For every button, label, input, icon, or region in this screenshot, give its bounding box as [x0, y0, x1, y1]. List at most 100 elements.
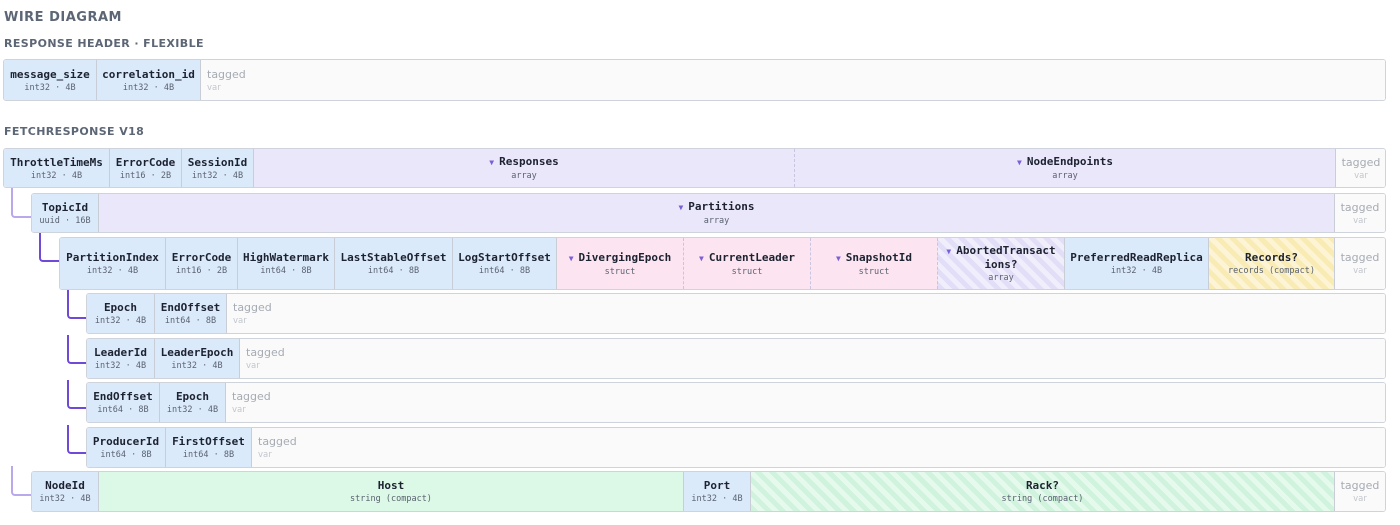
field-name-text: AbortedTransactions?: [956, 244, 1056, 271]
field-type: string (compact): [350, 494, 432, 504]
field-name: message_size: [10, 67, 90, 81]
field-name: Host: [377, 479, 405, 492]
triangle-down-icon: ▼: [699, 253, 704, 263]
field-type: int64 · 8B: [97, 405, 149, 415]
field-type: int64 · 8B: [367, 266, 420, 276]
tagged-label: tagged: [233, 301, 272, 314]
field-responses[interactable]: ▼ Responses array: [253, 149, 794, 187]
field-name: correlation_id: [102, 67, 195, 81]
field-name: ErrorCode: [115, 155, 176, 169]
field-records: Records? records (compact): [1208, 238, 1334, 289]
field-name-text: NodeEndpoints: [1026, 155, 1113, 168]
triangle-down-icon: ▼: [1017, 158, 1022, 167]
field-port: Port int32 · 4B: [683, 472, 750, 511]
tagged-fields: tagged var: [200, 60, 1385, 100]
field-type: int32 · 4B: [94, 361, 147, 371]
field-type: uuid · 16B: [39, 215, 91, 226]
field-name: ▼ Responses: [489, 155, 558, 169]
tagged-fields: tagged var: [225, 383, 1385, 422]
field-name: ProducerId: [92, 435, 160, 448]
tagged-type: var: [258, 450, 272, 460]
field-type: int64 · 8B: [478, 266, 531, 276]
partitions-row: PartitionIndex int32 · 4B ErrorCode int1…: [59, 237, 1386, 290]
field-current-leader[interactable]: ▼ CurrentLeader struct: [683, 238, 810, 289]
diverging-epoch-row: Epoch int32 · 4B EndOffset int64 · 8B ta…: [86, 293, 1386, 334]
field-name: EndOffset: [93, 390, 153, 403]
field-type: struct: [604, 266, 636, 277]
snapshot-id-row: EndOffset int64 · 8B Epoch int32 · 4B ta…: [86, 382, 1386, 423]
field-name-text: DivergingEpoch: [578, 250, 672, 264]
field-name: Records?: [1245, 251, 1298, 264]
tagged-fields: tagged var: [1334, 472, 1385, 511]
triangle-down-icon: ▼: [568, 253, 574, 263]
field-leader-id: LeaderId int32 · 4B: [87, 339, 154, 378]
connector-partitions: [39, 233, 59, 262]
tagged-type: var: [1353, 215, 1367, 226]
field-partitions[interactable]: ▼ Partitions array: [98, 194, 1334, 232]
field-log-start-offset: LogStartOffset int64 · 8B: [452, 238, 556, 289]
tagged-fields: tagged var: [251, 428, 1385, 467]
field-name: ▼ AbortedTransactions?: [944, 244, 1058, 271]
response-header-title: RESPONSE HEADER · FLEXIBLE: [4, 37, 204, 50]
field-aborted-transactions[interactable]: ▼ AbortedTransactions? array: [937, 238, 1064, 289]
field-type: array: [988, 273, 1014, 283]
field-node-id: NodeId int32 · 4B: [32, 472, 98, 511]
tagged-label: tagged: [232, 390, 271, 403]
node-endpoints-row: NodeId int32 · 4B Host string (compact) …: [31, 471, 1386, 512]
field-error-code: ErrorCode int16 · 2B: [109, 149, 181, 187]
field-diverging-epoch[interactable]: ▼ DivergingEpoch struct: [556, 238, 683, 289]
triangle-down-icon: ▼: [946, 247, 952, 256]
triangle-down-icon: ▼: [489, 158, 495, 167]
field-type: int32 · 4B: [30, 170, 83, 181]
tagged-label: tagged: [207, 67, 246, 81]
field-type: int64 · 8B: [260, 266, 312, 276]
field-type: array: [511, 171, 537, 181]
field-node-endpoints[interactable]: ▼ NodeEndpoints array: [794, 149, 1335, 187]
field-name: NodeId: [45, 479, 85, 492]
field-type: int32 · 4B: [94, 316, 147, 326]
field-name: ThrottleTimeMs: [10, 155, 103, 169]
tagged-label: tagged: [258, 435, 297, 448]
field-name: Epoch: [103, 301, 138, 314]
field-preferred-read-replica: PreferredReadReplica int32 · 4B: [1064, 238, 1208, 289]
field-name: EndOffset: [160, 301, 221, 314]
page-title: WIRE DIAGRAM: [4, 10, 122, 25]
field-last-stable-offset: LastStableOffset int64 · 8B: [334, 238, 452, 289]
tagged-label: tagged: [1340, 479, 1380, 492]
tagged-label: tagged: [1340, 200, 1380, 214]
field-type: int16 · 2B: [175, 266, 228, 276]
fetch-response-row: ThrottleTimeMs int32 · 4B ErrorCode int1…: [3, 148, 1386, 188]
field-name: ErrorCode: [171, 251, 232, 264]
field-session-id: SessionId int32 · 4B: [181, 149, 253, 187]
tagged-fields: tagged var: [239, 339, 1385, 378]
tagged-fields: tagged var: [1334, 238, 1385, 289]
connector-responses: [11, 188, 31, 218]
field-type: int32 · 4B: [171, 361, 223, 371]
triangle-down-icon: ▼: [835, 253, 841, 263]
field-name: ▼ SnapshotId: [836, 251, 912, 265]
field-leader-epoch: LeaderEpoch int32 · 4B: [154, 339, 239, 378]
field-name: Port: [703, 479, 731, 492]
field-type: int32 · 4B: [691, 494, 743, 504]
field-name: ▼ CurrentLeader: [699, 251, 795, 265]
field-producer-id: ProducerId int64 · 8B: [87, 428, 165, 467]
field-type: records (compact): [1228, 266, 1315, 276]
connector-aborted-transactions: [67, 425, 86, 454]
responses-row: TopicId uuid · 16B ▼ Partitions array tag…: [31, 193, 1386, 233]
field-name-text: Responses: [499, 155, 559, 168]
field-snapshot-id[interactable]: ▼ SnapshotId struct: [810, 238, 937, 289]
tagged-fields: tagged var: [226, 294, 1385, 333]
field-topic-id: TopicId uuid · 16B: [32, 194, 98, 232]
tagged-label: tagged: [1341, 155, 1381, 169]
field-name: TopicId: [41, 200, 89, 214]
field-first-offset: FirstOffset int64 · 8B: [165, 428, 251, 467]
field-name: LeaderEpoch: [160, 346, 234, 359]
field-type: int32 · 4B: [166, 405, 219, 415]
connector-diverging-epoch: [67, 290, 86, 319]
field-name: PartitionIndex: [66, 251, 159, 264]
tagged-fields: tagged var: [1335, 149, 1385, 187]
field-type: array: [1052, 171, 1078, 181]
field-throttle-time-ms: ThrottleTimeMs int32 · 4B: [4, 149, 109, 187]
field-type: int32 · 4B: [24, 82, 76, 93]
field-type: struct: [731, 266, 763, 277]
